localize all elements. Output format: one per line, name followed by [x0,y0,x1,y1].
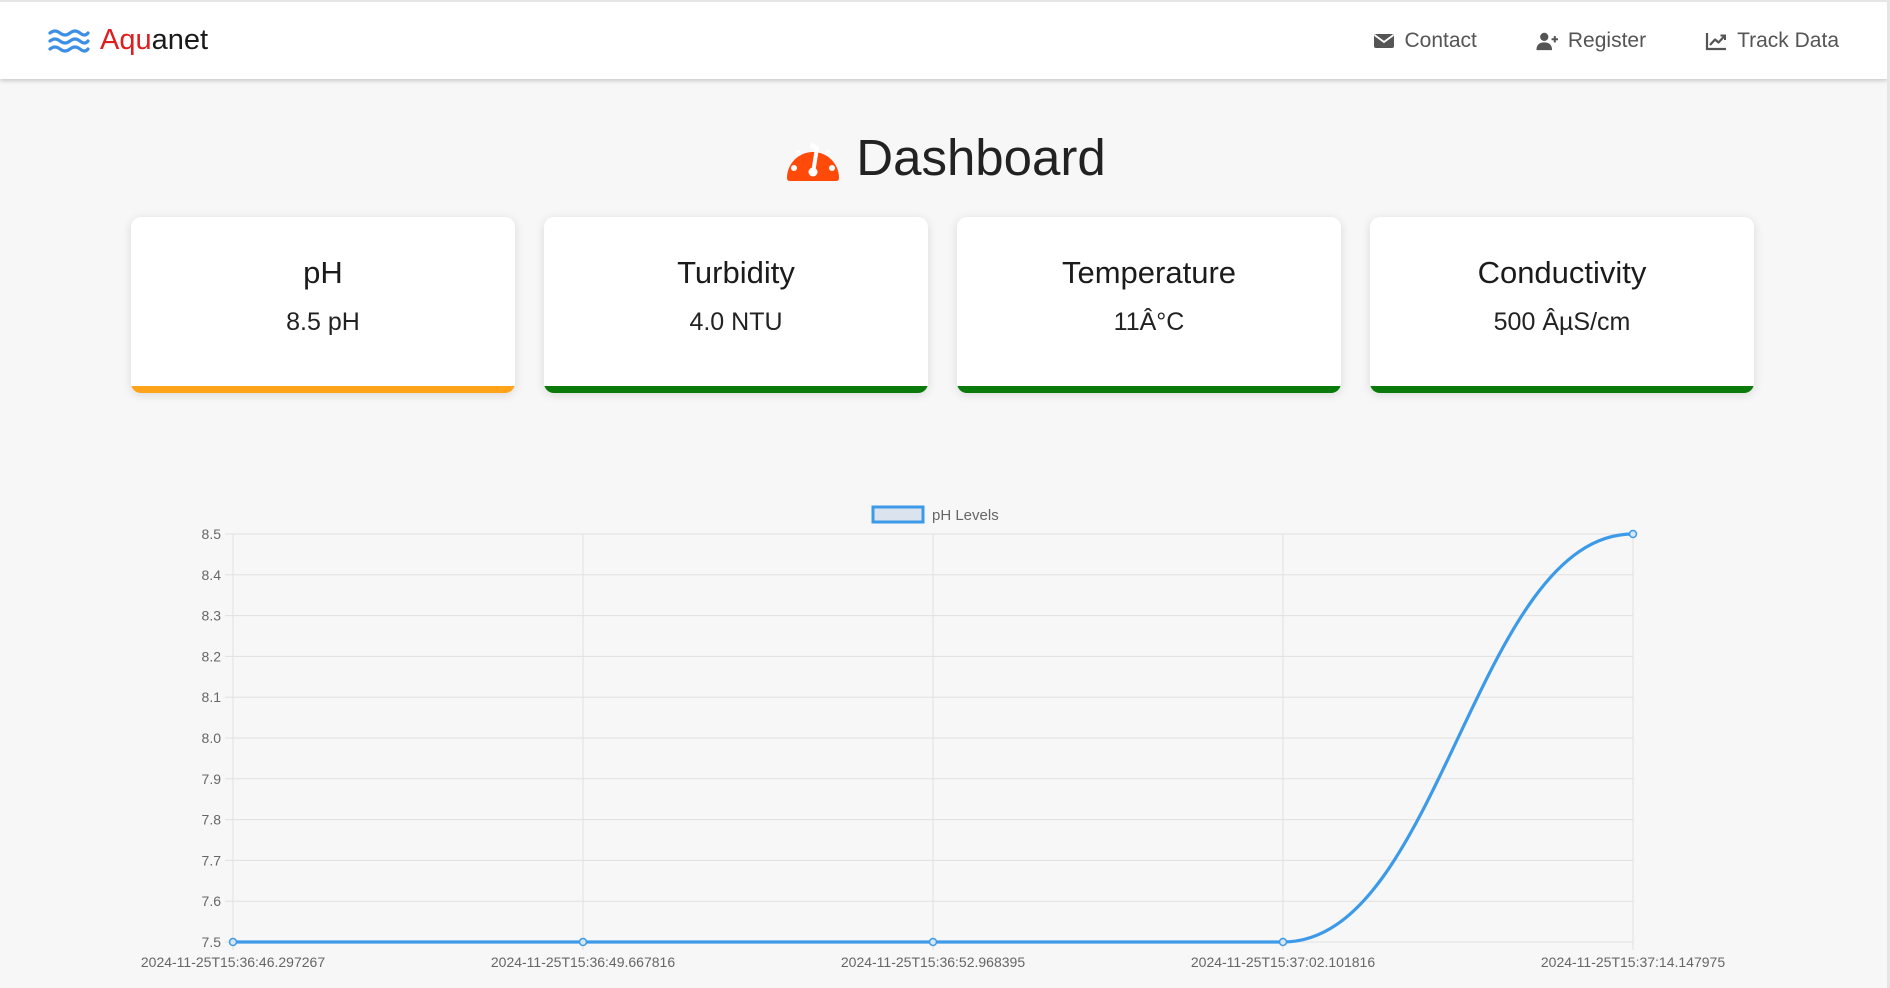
y-tick-label: 7.6 [202,893,222,909]
metric-card-label: Turbidity [677,255,795,290]
chart-grid [225,533,1634,950]
gauge-icon [787,142,840,181]
metric-card-label: Conductivity [1477,255,1647,290]
status-bar [544,386,928,393]
data-point [928,937,938,947]
metric-card-ph: pH 8.5 pH [131,217,515,393]
y-tick-label: 7.9 [202,771,222,787]
brand-name: Aquanet [100,26,208,55]
envelope-icon [1373,33,1394,48]
nav-register-link[interactable]: Register [1536,29,1646,53]
nav-register-label: Register [1567,28,1647,52]
status-bar [131,386,515,393]
brand-logo-link[interactable]: Aquanet [48,26,208,55]
x-tick-label: 2024-11-25T15:37:14.147975 [1541,954,1725,970]
nav-links: Contact Register Track Data [1373,29,1839,53]
brand-name-accent: Aqu [100,24,152,56]
y-tick-label: 8.5 [202,526,222,542]
data-point [1278,937,1288,947]
x-tick-label: 2024-11-25T15:37:02.101816 [1191,954,1375,970]
x-tick-label: 2024-11-25T15:36:46.297267 [141,954,325,970]
page-heading: Dashboard [0,128,1890,187]
status-bar [1370,386,1754,393]
y-tick-label: 8.4 [202,567,222,583]
line-chart-icon [1705,32,1727,50]
metric-card-conductivity: Conductivity 500 ÂµS/cm [1370,217,1754,393]
top-navbar: Aquanet Contact Register Track Data [0,0,1887,79]
metric-card-label: Temperature [1061,255,1237,290]
metric-card-value: 4.0 NTU [689,308,783,336]
chart-legend[interactable]: pH Levels [871,505,999,524]
brand-name-rest: anet [151,24,209,56]
data-point [228,937,238,947]
y-tick-label: 8.2 [202,648,222,664]
metric-card-value: 8.5 pH [286,308,360,336]
data-point [1628,529,1638,539]
metric-card-value: 11Â°C [1113,308,1185,336]
x-tick-label: 2024-11-25T15:36:49.667816 [491,954,675,970]
legend-label: pH Levels [932,507,999,524]
nav-contact-label: Contact [1404,28,1477,52]
ph-levels-chart: 7.5 7.6 7.7 7.8 7.9 8.0 8.1 8.2 8.3 8.4 8.5 2024-11… [141,505,1725,970]
nav-track-data-link[interactable]: Track Data [1705,29,1839,53]
user-plus-icon [1536,32,1558,50]
y-tick-label: 8.0 [202,730,222,746]
nav-contact-link[interactable]: Contact [1373,29,1477,53]
metric-cards: pH 8.5 pH Turbidity 4.0 NTU Temperature … [131,217,1754,393]
data-point [578,937,588,947]
y-tick-label: 7.8 [202,812,222,828]
y-tick-label: 7.5 [202,934,222,950]
status-bar [957,386,1341,393]
x-tick-label: 2024-11-25T15:36:52.968395 [841,954,1025,970]
legend-swatch [871,505,925,524]
metric-card-value: 500 ÂµS/cm [1493,308,1631,336]
nav-track-data-label: Track Data [1737,28,1839,52]
water-waves-icon [48,28,90,53]
y-tick-label: 8.1 [202,689,222,705]
app-viewport: Aquanet Contact Register Track Data Dash… [0,0,1890,988]
metric-card-temperature: Temperature 11Â°C [957,217,1341,393]
page-title: Dashboard [856,129,1106,186]
y-tick-label: 8.3 [202,608,222,624]
metric-card-label: pH [303,255,343,290]
y-tick-label: 7.7 [202,852,222,868]
metric-card-turbidity: Turbidity 4.0 NTU [544,217,928,393]
